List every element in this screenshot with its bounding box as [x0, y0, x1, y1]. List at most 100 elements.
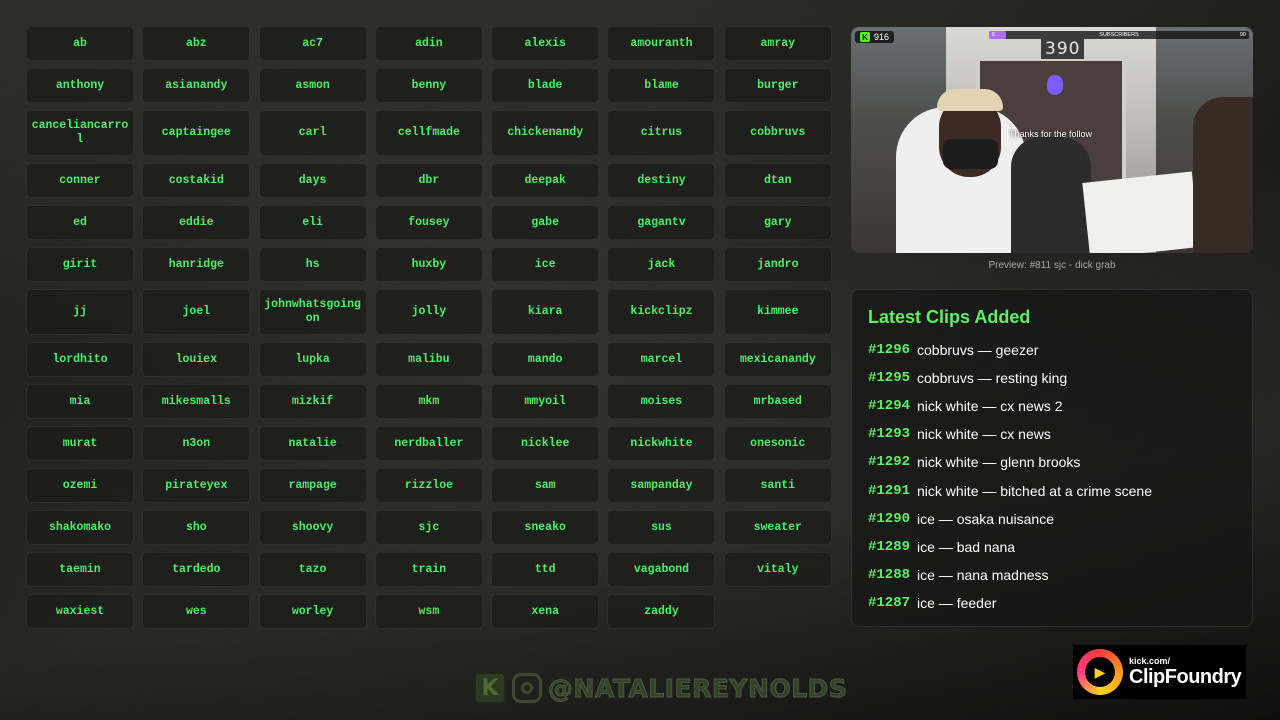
clip-list-item[interactable]: #1291 nick white — bitched at a crime sce…	[868, 476, 1236, 504]
streamer-button-nicklee[interactable]: nicklee	[491, 426, 600, 461]
streamer-button-days[interactable]: days	[258, 163, 367, 198]
streamer-button-zaddy[interactable]: zaddy	[607, 594, 716, 629]
streamer-button-tazo[interactable]: tazo	[258, 552, 367, 587]
streamer-button-eddie[interactable]: eddie	[142, 205, 251, 240]
streamer-button-xena[interactable]: xena	[491, 594, 600, 629]
streamer-button-natalie[interactable]: natalie	[258, 426, 367, 461]
clip-list-item[interactable]: #1294 nick white — cx news 2	[868, 392, 1236, 420]
streamer-button-abz[interactable]: abz	[142, 26, 251, 61]
streamer-button-citrus[interactable]: citrus	[607, 110, 716, 156]
streamer-button-n3on[interactable]: n3on	[142, 426, 251, 461]
streamer-button-ice[interactable]: ice	[491, 247, 600, 282]
streamer-button-eli[interactable]: eli	[258, 205, 367, 240]
streamer-button-mkm[interactable]: mkm	[374, 384, 483, 419]
streamer-button-nerdballer[interactable]: nerdballer	[374, 426, 483, 461]
streamer-button-taemin[interactable]: taemin	[26, 552, 134, 587]
streamer-button-blame[interactable]: blame	[607, 68, 716, 103]
streamer-button-sus[interactable]: sus	[607, 510, 716, 545]
streamer-button-waxiest[interactable]: waxiest	[26, 594, 134, 629]
streamer-button-gabe[interactable]: gabe	[491, 205, 600, 240]
streamer-button-sam[interactable]: sam	[491, 468, 600, 503]
clip-preview[interactable]: 390 Thanks for the follow K 916 SUBSCRIB…	[851, 27, 1253, 253]
streamer-button-rampage[interactable]: rampage	[258, 468, 367, 503]
streamer-button-conner[interactable]: conner	[26, 163, 134, 198]
streamer-button-ab[interactable]: ab	[26, 26, 134, 61]
streamer-button-sweater[interactable]: sweater	[723, 510, 832, 545]
streamer-button-vagabond[interactable]: vagabond	[607, 552, 716, 587]
streamer-button-onesonic[interactable]: onesonic	[723, 426, 832, 461]
streamer-button-ttd[interactable]: ttd	[491, 552, 600, 587]
streamer-button-marcel[interactable]: marcel	[607, 342, 716, 377]
streamer-button-mrbased[interactable]: mrbased	[723, 384, 832, 419]
streamer-button-alexis[interactable]: alexis	[491, 26, 600, 61]
streamer-button-destiny[interactable]: destiny	[607, 163, 716, 198]
streamer-button-cobbruvs[interactable]: cobbruvs	[723, 110, 832, 156]
streamer-button-louiex[interactable]: louiex	[142, 342, 251, 377]
streamer-button-mikesmalls[interactable]: mikesmalls	[142, 384, 251, 419]
streamer-button-joel[interactable]: joel	[142, 289, 251, 335]
streamer-button-adin[interactable]: adin	[374, 26, 483, 61]
streamer-button-kimmee[interactable]: kimmee	[723, 289, 832, 335]
clip-list-item[interactable]: #1288 ice — nana madness	[868, 561, 1236, 589]
streamer-button-nickwhite[interactable]: nickwhite	[607, 426, 716, 461]
streamer-button-hanridge[interactable]: hanridge	[142, 247, 251, 282]
streamer-button-vitaly[interactable]: vitaly	[723, 552, 832, 587]
streamer-button-dbr[interactable]: dbr	[374, 163, 483, 198]
streamer-button-costakid[interactable]: costakid	[142, 163, 251, 198]
streamer-button-mexicanandy[interactable]: mexicanandy	[723, 342, 832, 377]
streamer-button-sampanday[interactable]: sampanday	[607, 468, 716, 503]
streamer-button-jolly[interactable]: jolly	[374, 289, 483, 335]
streamer-button-asmon[interactable]: asmon	[258, 68, 367, 103]
streamer-button-amray[interactable]: amray	[723, 26, 832, 61]
streamer-button-ed[interactable]: ed	[26, 205, 134, 240]
streamer-button-huxby[interactable]: huxby	[374, 247, 483, 282]
streamer-button-sjc[interactable]: sjc	[374, 510, 483, 545]
streamer-button-gary[interactable]: gary	[723, 205, 832, 240]
streamer-button-santi[interactable]: santi	[723, 468, 832, 503]
streamer-button-mia[interactable]: mia	[26, 384, 134, 419]
streamer-button-burger[interactable]: burger	[723, 68, 832, 103]
streamer-button-kickclipz[interactable]: kickclipz	[607, 289, 716, 335]
streamer-button-shakomako[interactable]: shakomako	[26, 510, 134, 545]
clip-list-item[interactable]: #1292 nick white — glenn brooks	[868, 448, 1236, 476]
clip-list-item[interactable]: #1290 ice — osaka nuisance	[868, 505, 1236, 533]
streamer-button-mmyoil[interactable]: mmyoil	[491, 384, 600, 419]
clip-list-item[interactable]: #1293 nick white — cx news	[868, 420, 1236, 448]
streamer-button-lordhito[interactable]: lordhito	[26, 342, 134, 377]
streamer-button-fousey[interactable]: fousey	[374, 205, 483, 240]
streamer-button-anthony[interactable]: anthony	[26, 68, 134, 103]
clip-list-item[interactable]: #1295 cobbruvs — resting king	[868, 364, 1236, 392]
streamer-button-girit[interactable]: girit	[26, 247, 134, 282]
streamer-button-wsm[interactable]: wsm	[374, 594, 483, 629]
streamer-button-chickenandy[interactable]: chickenandy	[491, 110, 600, 156]
streamer-button-cellfmade[interactable]: cellfmade	[374, 110, 483, 156]
streamer-button-mizkif[interactable]: mizkif	[258, 384, 367, 419]
streamer-button-train[interactable]: train	[374, 552, 483, 587]
clip-list-item[interactable]: #1287 ice — feeder	[868, 589, 1236, 617]
streamer-button-captaingee[interactable]: captaingee	[142, 110, 251, 156]
streamer-button-moises[interactable]: moises	[607, 384, 716, 419]
streamer-button-murat[interactable]: murat	[26, 426, 134, 461]
streamer-button-blade[interactable]: blade	[491, 68, 600, 103]
streamer-button-rizzloe[interactable]: rizzloe	[374, 468, 483, 503]
streamer-button-malibu[interactable]: malibu	[374, 342, 483, 377]
clip-list-item[interactable]: #1289 ice — bad nana	[868, 533, 1236, 561]
streamer-button-shoovy[interactable]: shoovy	[258, 510, 367, 545]
streamer-button-asianandy[interactable]: asianandy	[142, 68, 251, 103]
streamer-button-jandro[interactable]: jandro	[723, 247, 832, 282]
streamer-button-amouranth[interactable]: amouranth	[607, 26, 716, 61]
streamer-button-kiara[interactable]: kiara	[491, 289, 600, 335]
streamer-button-deepak[interactable]: deepak	[491, 163, 600, 198]
streamer-button-canceliancarrol[interactable]: canceliancarrol	[26, 110, 134, 156]
clip-list-item[interactable]: #1296 cobbruvs — geezer	[868, 336, 1236, 364]
streamer-button-sho[interactable]: sho	[142, 510, 251, 545]
streamer-button-carl[interactable]: carl	[258, 110, 367, 156]
streamer-button-mando[interactable]: mando	[491, 342, 600, 377]
streamer-button-johnwhatsgoingon[interactable]: johnwhatsgoingon	[258, 289, 367, 335]
streamer-button-gagantv[interactable]: gagantv	[607, 205, 716, 240]
streamer-button-dtan[interactable]: dtan	[723, 163, 832, 198]
streamer-button-tardedo[interactable]: tardedo	[142, 552, 251, 587]
streamer-button-hs[interactable]: hs	[258, 247, 367, 282]
streamer-button-sneako[interactable]: sneako	[491, 510, 600, 545]
streamer-button-jack[interactable]: jack	[607, 247, 716, 282]
